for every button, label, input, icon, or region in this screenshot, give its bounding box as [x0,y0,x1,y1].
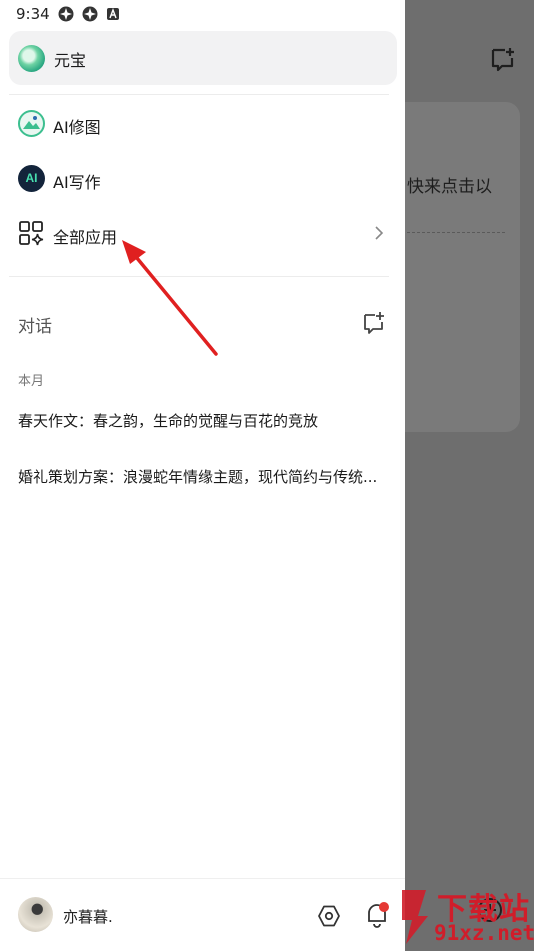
user-name[interactable]: 亦暮暮. [63,906,113,927]
ai-writing-icon: AI [18,165,45,192]
menu-item-ai-photo-edit[interactable]: AI修图 [0,99,405,149]
ai-photo-edit-icon [18,110,45,137]
yuanbao-logo-icon [18,45,45,72]
watermark-url: 91xz.net [434,921,534,945]
watermark-logo [402,890,428,944]
menu-item-label: 全部应用 [53,228,118,247]
conversations-section-title: 对话 [18,317,52,337]
annotation-arrow [122,240,218,356]
new-chat-icon[interactable] [362,311,386,335]
settings-icon[interactable] [317,904,341,928]
status-bar: 9:34 [0,0,405,28]
apps-grid-icon [19,221,44,246]
background-chat-card [390,102,520,432]
yuanbao-label: 元宝 [54,51,87,70]
background-new-chat-icon [491,48,514,72]
menu-item-ai-writing[interactable]: AI AI写作 [0,154,405,204]
drawer-footer: 亦暮暮. [0,878,405,951]
status-time: 9:34 [16,5,50,23]
notification-bell-icon[interactable] [364,901,390,929]
conversation-item[interactable]: 春天作文：春之韵，生命的觉醒与百花的竞放 [18,410,392,431]
menu-item-label: AI写作 [53,173,101,192]
chevron-right-icon [375,226,384,240]
background-divider [407,232,505,233]
yuanbao-entry[interactable]: 元宝 [9,31,397,85]
side-drawer: 9:34 元宝 AI修图 AI AI写作 全部应用 对话 本月 春天作文：春之韵… [0,0,405,951]
user-avatar[interactable] [18,897,53,932]
divider [9,94,389,95]
background-text: 快来点击以 [407,177,492,197]
month-group-label: 本月 [18,374,45,389]
conversation-item[interactable]: 婚礼策划方案：浪漫蛇年情缘主题，现代简约与传统... [18,466,392,487]
menu-item-label: AI修图 [53,118,101,137]
notification-text-icon [106,6,122,22]
notification-app-icon [58,6,74,22]
notification-app-icon [82,6,98,22]
status-notification-icons [58,6,122,22]
